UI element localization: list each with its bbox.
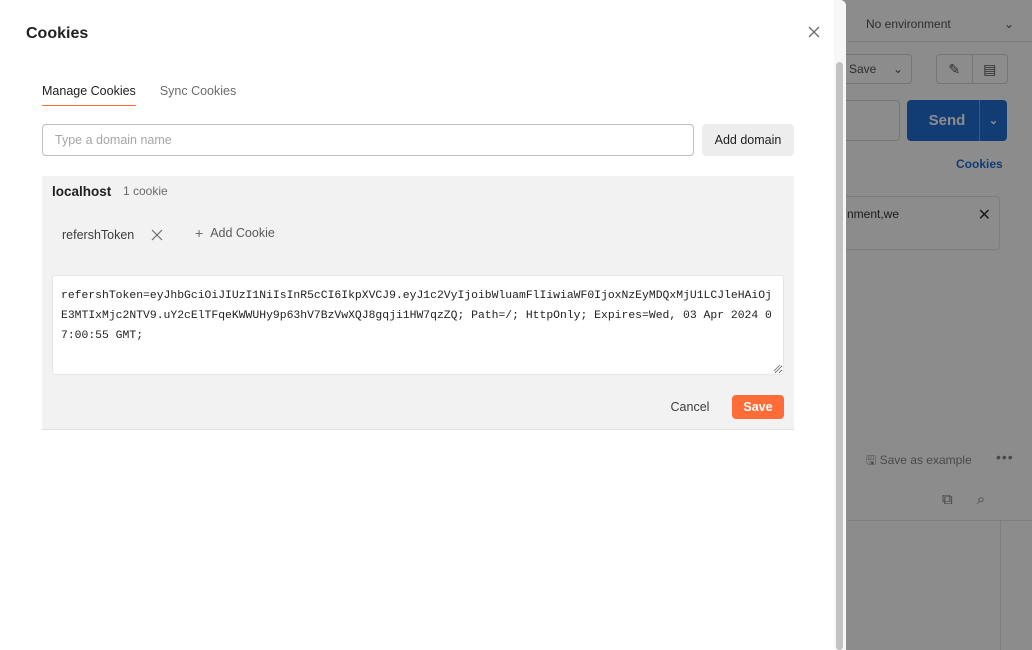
add-domain-button[interactable]: Add domain bbox=[702, 124, 794, 156]
close-icon[interactable] bbox=[804, 22, 824, 42]
remove-cookie-icon[interactable] bbox=[150, 228, 164, 242]
scrollbar-thumb[interactable] bbox=[836, 62, 843, 650]
add-cookie-label: Add Cookie bbox=[210, 226, 275, 240]
save-button[interactable]: Save bbox=[732, 395, 784, 419]
cookie-count: 1 cookie bbox=[123, 184, 168, 198]
tab-manage-cookies[interactable]: Manage Cookies bbox=[42, 84, 136, 106]
cookie-chip[interactable]: refershToken bbox=[52, 222, 174, 248]
domain-name-input[interactable] bbox=[42, 124, 694, 156]
cookie-tabs: Manage Cookies Sync Cookies bbox=[42, 84, 236, 106]
modal-title: Cookies bbox=[26, 25, 89, 42]
domain-name: localhost bbox=[52, 184, 112, 199]
resize-grip-icon[interactable] bbox=[773, 364, 781, 372]
tab-sync-cookies[interactable]: Sync Cookies bbox=[160, 84, 236, 106]
plus-icon: + bbox=[195, 225, 204, 241]
cookies-modal: Cookies Manage Cookies Sync Cookies Add … bbox=[0, 0, 846, 650]
cookie-editor[interactable]: refershToken=eyJhbGciOiJIUzI1NiIsInR5cCI… bbox=[52, 275, 784, 375]
cancel-button[interactable]: Cancel bbox=[662, 395, 718, 419]
domain-panel: localhost 1 cookie refershToken + Add Co… bbox=[42, 176, 794, 430]
add-cookie-button[interactable]: + Add Cookie bbox=[195, 225, 275, 241]
cookie-chip-label: refershToken bbox=[62, 228, 135, 242]
